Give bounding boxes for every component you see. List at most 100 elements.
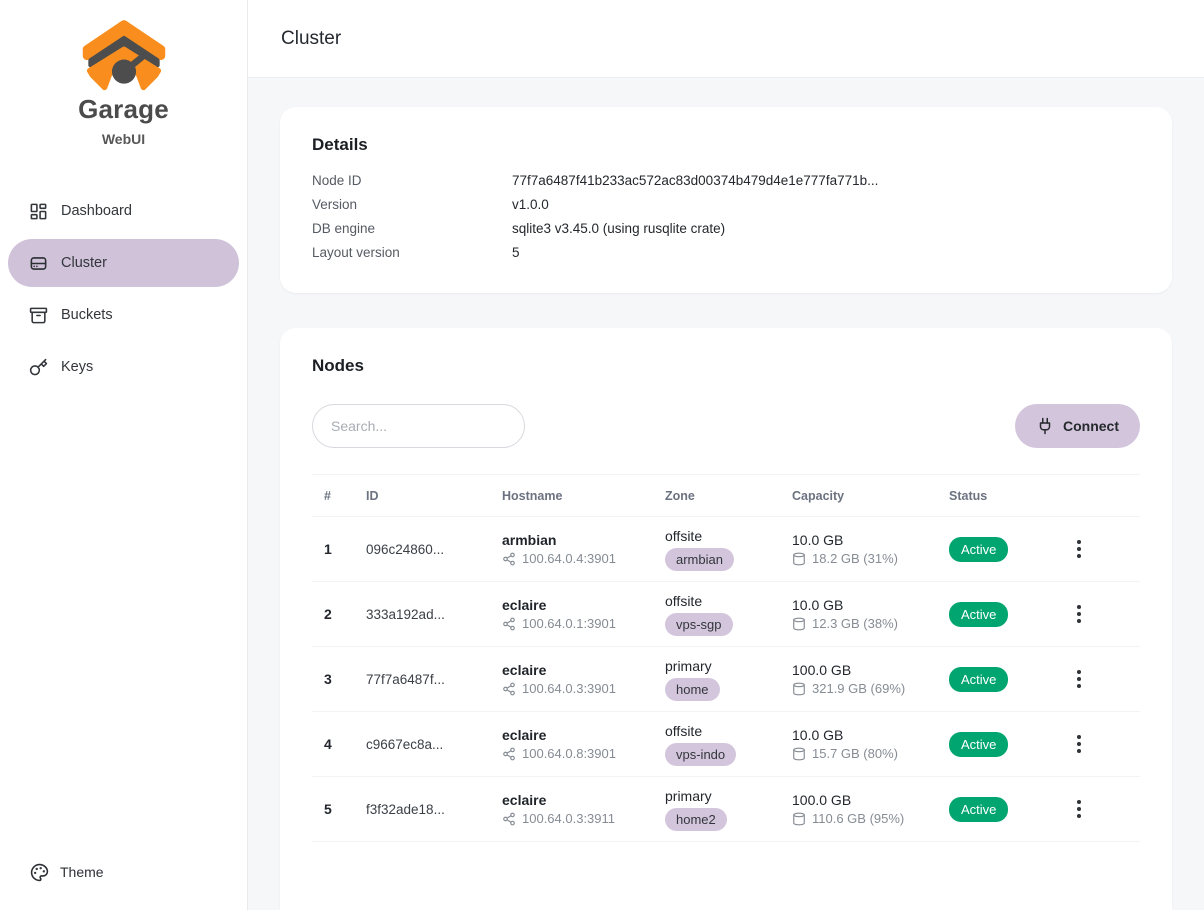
zone-tag-badge: vps-indo — [665, 743, 736, 766]
detail-label: Node ID — [312, 169, 512, 193]
connect-button[interactable]: Connect — [1015, 404, 1140, 448]
plug-icon — [1036, 417, 1054, 435]
sidebar-item-keys[interactable]: Keys — [8, 343, 239, 391]
details-card: Details Node ID 77f7a6487f41b233ac572ac8… — [280, 107, 1172, 293]
sidebar-item-label: Cluster — [61, 255, 107, 271]
node-zone: offsite — [665, 723, 780, 739]
status-badge: Active — [949, 667, 1008, 692]
detail-value: v1.0.0 — [512, 193, 549, 217]
node-id: 77f7a6487f... — [354, 672, 490, 687]
status-badge: Active — [949, 602, 1008, 627]
details-list: Node ID 77f7a6487f41b233ac572ac83d00374b… — [312, 169, 1140, 265]
node-id: 333a192ad... — [354, 607, 490, 622]
sidebar-item-label: Dashboard — [61, 203, 132, 219]
zone-tag-badge: home2 — [665, 808, 727, 831]
detail-label: Layout version — [312, 241, 512, 265]
table-row: 2 333a192ad... eclaire 100.64.0.1:3901 — [312, 582, 1140, 647]
node-index: 2 — [312, 606, 354, 622]
node-zone: offsite — [665, 593, 780, 609]
node-id: 096c24860... — [354, 542, 490, 557]
detail-value: 5 — [512, 241, 520, 265]
col-header-id: ID — [354, 489, 490, 503]
row-actions-button[interactable] — [1071, 599, 1087, 629]
detail-row: Node ID 77f7a6487f41b233ac572ac83d00374b… — [312, 169, 1140, 193]
node-address: 100.64.0.4:3901 — [522, 551, 616, 566]
node-used: 15.7 GB (80%) — [812, 746, 898, 761]
col-header-capacity: Capacity — [780, 489, 937, 503]
node-address: 100.64.0.8:3901 — [522, 746, 616, 761]
node-index: 4 — [312, 736, 354, 752]
node-hostname: armbian — [502, 532, 653, 548]
node-hostname: eclaire — [502, 727, 653, 743]
node-address: 100.64.0.1:3901 — [522, 616, 616, 631]
node-address: 100.64.0.3:3901 — [522, 681, 616, 696]
detail-value: sqlite3 v3.45.0 (using rusqlite crate) — [512, 217, 725, 241]
dashboard-icon — [29, 202, 48, 221]
database-icon — [792, 682, 806, 696]
sidebar-item-cluster[interactable]: Cluster — [8, 239, 239, 287]
detail-label: Version — [312, 193, 512, 217]
sidebar-spacer — [8, 391, 239, 852]
node-zone: primary — [665, 788, 780, 804]
detail-row: Layout version 5 — [312, 241, 1140, 265]
node-index: 3 — [312, 671, 354, 687]
detail-value: 77f7a6487f41b233ac572ac83d00374b479d4e1e… — [512, 169, 878, 193]
main-area: Cluster Details Node ID 77f7a6487f41b233… — [248, 0, 1204, 910]
row-actions-button[interactable] — [1071, 534, 1087, 564]
share-icon — [502, 552, 516, 566]
logo: Garage WebUI — [8, 14, 239, 147]
status-badge: Active — [949, 732, 1008, 757]
node-used: 321.9 GB (69%) — [812, 681, 905, 696]
node-index: 1 — [312, 541, 354, 557]
share-icon — [502, 682, 516, 696]
row-actions-button[interactable] — [1071, 664, 1087, 694]
archive-icon — [29, 306, 48, 325]
hard-drive-icon — [29, 254, 48, 273]
detail-label: DB engine — [312, 217, 512, 241]
node-zone: offsite — [665, 528, 780, 544]
theme-label: Theme — [60, 864, 104, 880]
table-header-row: # ID Hostname Zone Capacity Status — [312, 474, 1140, 517]
app-subtitle: WebUI — [8, 131, 239, 147]
node-index: 5 — [312, 801, 354, 817]
share-icon — [502, 747, 516, 761]
detail-row: Version v1.0.0 — [312, 193, 1140, 217]
col-header-index: # — [312, 489, 354, 503]
page-title: Cluster — [281, 28, 341, 50]
nodes-card: Nodes Connect # ID — [280, 328, 1172, 910]
table-row: 5 f3f32ade18... eclaire 100.64.0.3:3911 — [312, 777, 1140, 842]
app-window: Garage WebUI Dashboard Cluster Bucket — [0, 0, 1204, 910]
theme-button[interactable]: Theme — [8, 852, 239, 892]
node-id: f3f32ade18... — [354, 802, 490, 817]
details-title: Details — [312, 135, 1140, 155]
zone-tag-badge: armbian — [665, 548, 734, 571]
node-capacity: 10.0 GB — [792, 532, 937, 548]
node-capacity: 100.0 GB — [792, 662, 937, 678]
node-hostname: eclaire — [502, 662, 653, 678]
detail-row: DB engine sqlite3 v3.45.0 (using rusqlit… — [312, 217, 1140, 241]
palette-icon — [30, 863, 49, 882]
node-used: 110.6 GB (95%) — [812, 811, 904, 826]
node-capacity: 100.0 GB — [792, 792, 937, 808]
table-row: 4 c9667ec8a... eclaire 100.64.0.8:3901 — [312, 712, 1140, 777]
topbar: Cluster — [248, 0, 1204, 78]
row-actions-button[interactable] — [1071, 729, 1087, 759]
database-icon — [792, 617, 806, 631]
page-content: Details Node ID 77f7a6487f41b233ac572ac8… — [248, 78, 1204, 910]
search-input[interactable] — [312, 404, 525, 448]
node-capacity: 10.0 GB — [792, 597, 937, 613]
node-address: 100.64.0.3:3911 — [522, 811, 615, 826]
status-badge: Active — [949, 797, 1008, 822]
zone-tag-badge: home — [665, 678, 720, 701]
col-header-zone: Zone — [653, 489, 780, 503]
status-badge: Active — [949, 537, 1008, 562]
node-hostname: eclaire — [502, 792, 653, 808]
key-icon — [29, 358, 48, 377]
share-icon — [502, 617, 516, 631]
app-title: Garage — [8, 94, 239, 125]
node-used: 18.2 GB (31%) — [812, 551, 898, 566]
row-actions-button[interactable] — [1071, 794, 1087, 824]
sidebar-item-dashboard[interactable]: Dashboard — [8, 187, 239, 235]
sidebar-item-buckets[interactable]: Buckets — [8, 291, 239, 339]
node-capacity: 10.0 GB — [792, 727, 937, 743]
